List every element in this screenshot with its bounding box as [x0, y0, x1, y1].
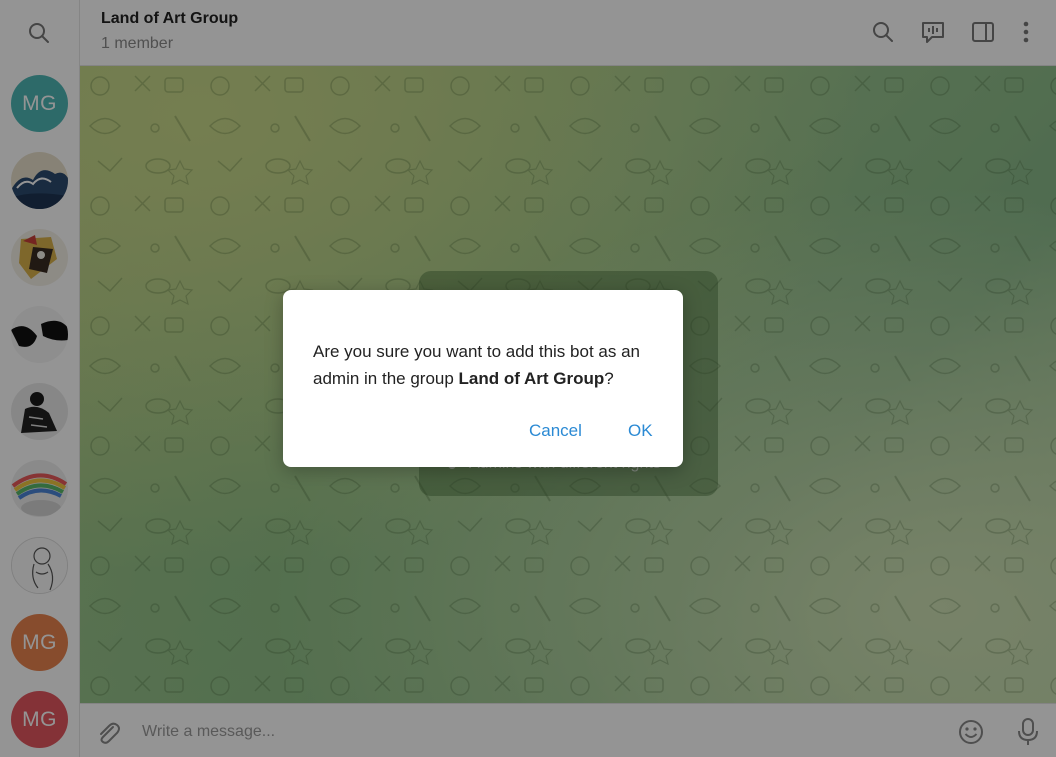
cancel-button[interactable]: Cancel [529, 421, 582, 441]
ok-button[interactable]: OK [628, 421, 653, 441]
telegram-window: MG MG MG Land of Art Group 1 member Writ… [0, 0, 1056, 757]
dialog-group-name: Land of Art Group [458, 369, 605, 388]
dialog-text-after: ? [604, 369, 614, 388]
confirm-dialog: Are you sure you want to add this bot as… [283, 290, 683, 467]
dialog-message: Are you sure you want to add this bot as… [313, 338, 663, 392]
